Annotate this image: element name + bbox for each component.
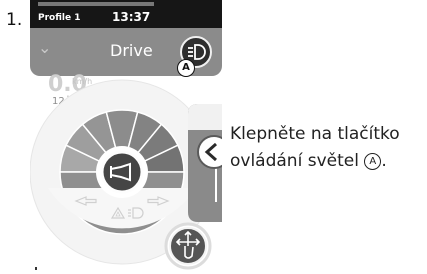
step-number: 1. (6, 10, 23, 30)
instruction-end: . (381, 151, 387, 171)
callout-marker: A (177, 59, 195, 77)
callout-marker-inline: A (364, 153, 382, 170)
instruction-text: Klepněte na tlačítko ovládání světel A. (230, 121, 420, 175)
device-screen: Profile 1 13:37 ⌄ Drive 0.0 km/h 12 km (30, 0, 222, 274)
screen-edge-mark (35, 267, 37, 270)
chevron-left-icon[interactable] (197, 135, 222, 169)
horn-button[interactable] (96, 146, 148, 198)
